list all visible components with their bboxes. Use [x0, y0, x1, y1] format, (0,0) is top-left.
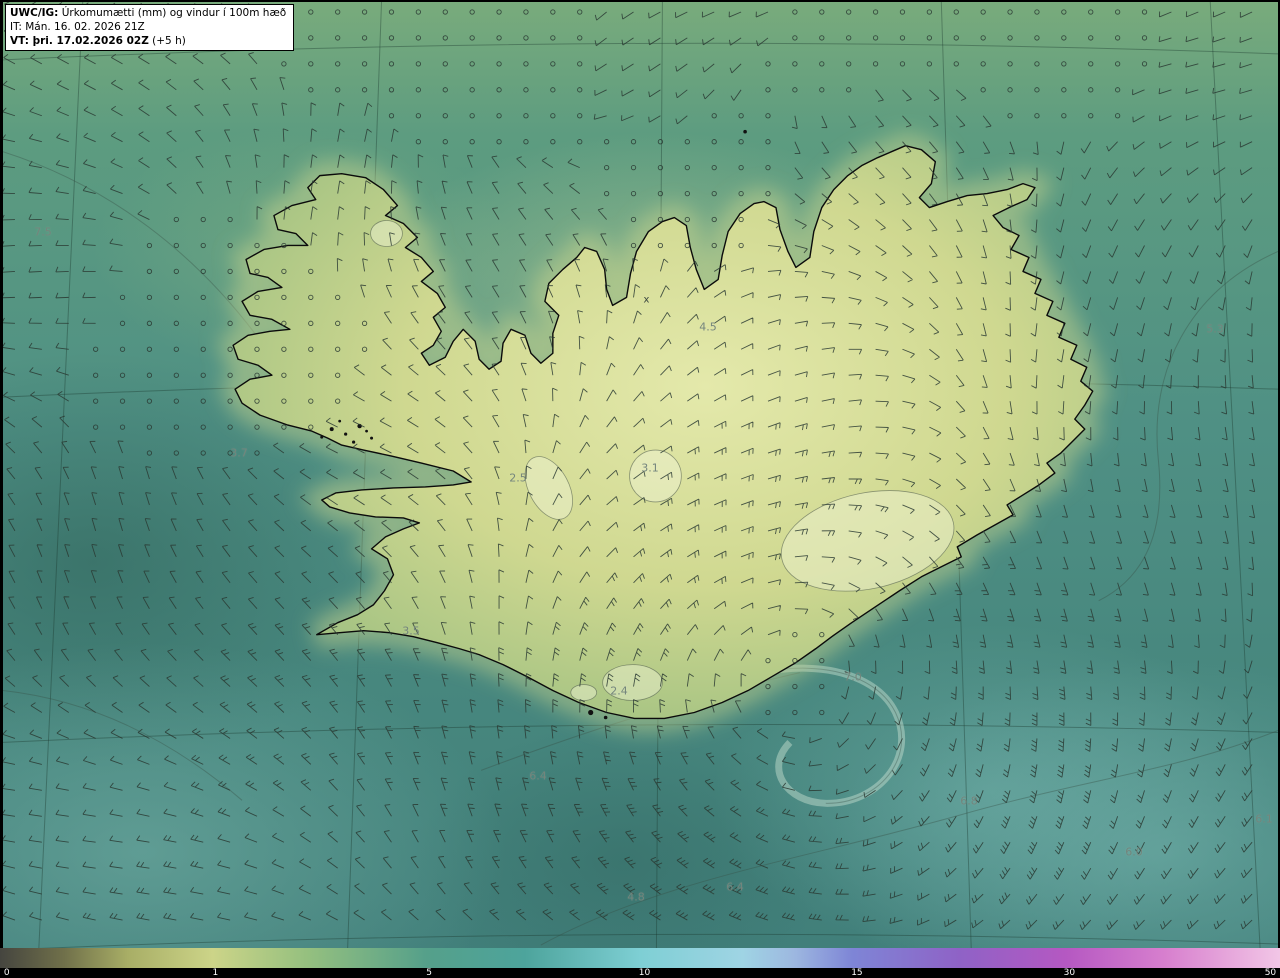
title-line: UWC/IG: Úrkomumætti (mm) og vindur í 100… [10, 6, 286, 20]
weather-map: x 7.5 4.5 5.3 3.7 2.5 3.1 3.5 2.4 7.0 6.4 6.8 6.1 6.… [0, 0, 1280, 948]
model-name: UWC/IG: [10, 7, 59, 19]
wind-barbs [3, 2, 1256, 930]
valid-time: VT: þri. 17.02.2026 02Z [10, 35, 149, 47]
map-title: Úrkomumætti (mm) og vindur í 100m hæð [58, 7, 287, 19]
precipitation-colorbar [0, 948, 1280, 968]
valid-time-line: VT: þri. 17.02.2026 02Z (+5 h) [10, 34, 286, 48]
colorbar-scale: 0 1 5 10 15 30 50 [0, 968, 1280, 978]
colorbar-tick: 1 [212, 968, 219, 978]
weather-chart-app: x 7.5 4.5 5.3 3.7 2.5 3.1 3.5 2.4 7.0 6.4 6.8 6.1 6.… [0, 0, 1280, 978]
colorbar-tick: 30 [1063, 968, 1076, 978]
init-time: IT: Mán. 16. 02. 2026 21Z [10, 21, 145, 33]
valid-offset: (+5 h) [148, 35, 186, 47]
colorbar-tick: 0 [3, 968, 10, 978]
calm-wind-circles [92, 9, 1148, 716]
colorbar-tick: 50 [1264, 968, 1277, 978]
map-title-box: UWC/IG: Úrkomumætti (mm) og vindur í 100… [5, 4, 295, 51]
wind-barb-layer [3, 2, 1256, 930]
colorbar-tick: 10 [638, 968, 651, 978]
colorbar-tick: 15 [851, 968, 863, 978]
colorbar-tick: 5 [426, 968, 432, 978]
